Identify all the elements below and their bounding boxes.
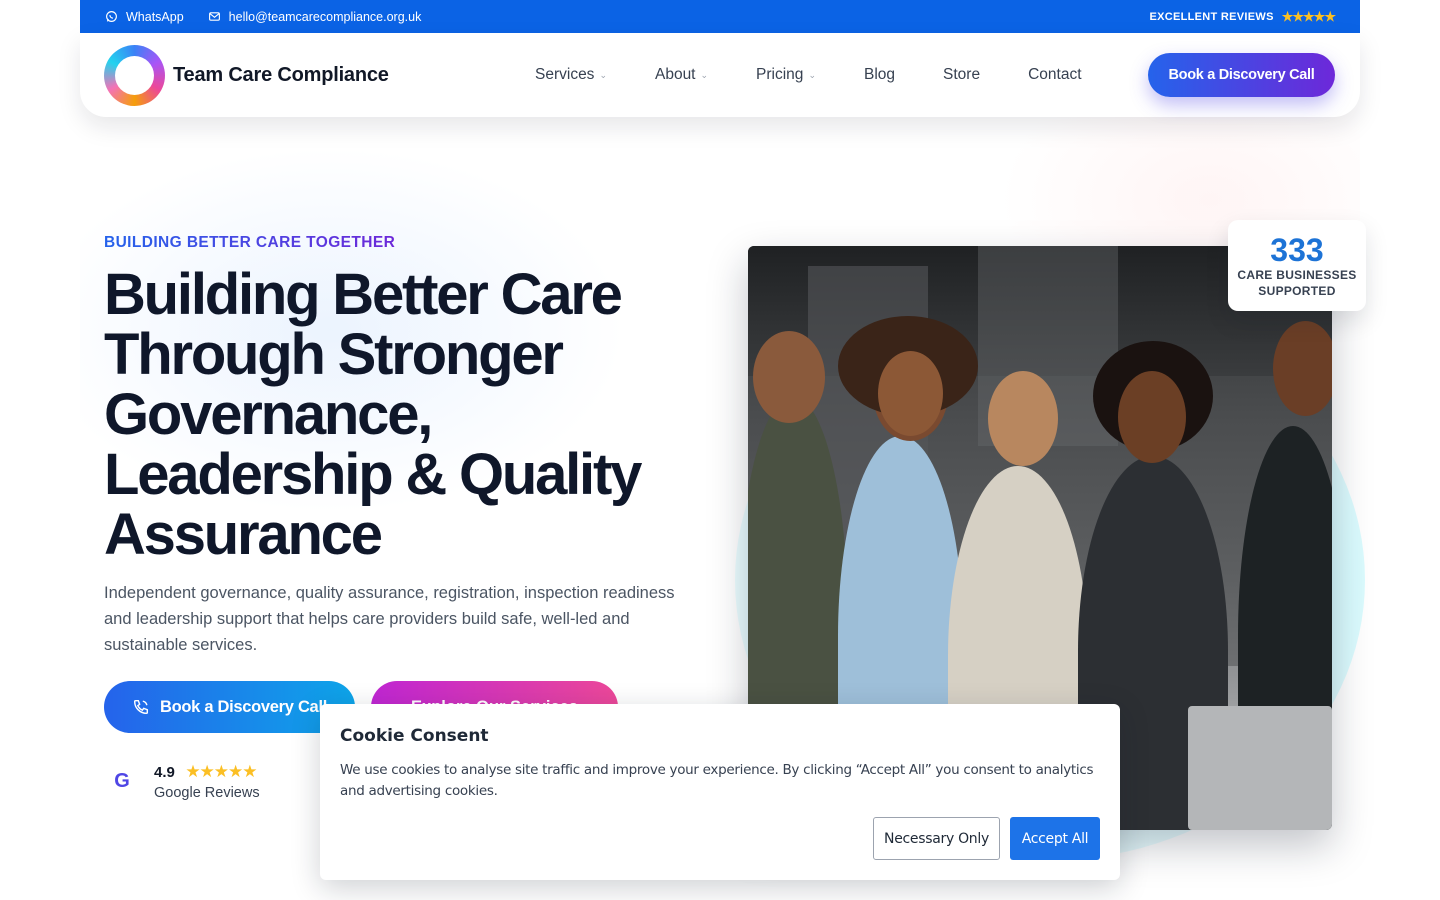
mail-icon — [208, 12, 220, 21]
site-header: Team Care Compliance Services ⌄ About ⌄ … — [80, 33, 1360, 117]
email-link[interactable]: hello@teamcarecompliance.org.uk — [208, 9, 422, 24]
whatsapp-label: WhatsApp — [126, 9, 184, 24]
button-label: Book a Discovery Call — [159, 697, 328, 716]
businesses-supported-card: 333 CARE BUSINESSES SUPPORTED — [1228, 220, 1366, 311]
rating-details: 4.9 ★★★★★ Google Reviews — [154, 762, 260, 801]
top-info-bar: WhatsApp hello@teamcarecompliance.org.uk… — [80, 0, 1360, 33]
cookie-title: Cookie Consent — [340, 726, 489, 746]
phone-icon — [133, 699, 149, 715]
stat-label-line1: CARE BUSINESSES — [1237, 267, 1357, 282]
stat-number: 333 — [1270, 231, 1324, 268]
cookie-consent-dialog: Cookie Consent We use cookies to analyse… — [320, 704, 1120, 880]
nav-contact[interactable]: Contact — [1028, 66, 1081, 84]
cookie-text: We use cookies to analyse site traffic a… — [340, 762, 1094, 799]
google-rating: G 4.9 ★★★★★ Google Reviews — [108, 762, 260, 801]
reviews-badge: EXCELLENT REVIEWS ★★★★★ — [1149, 8, 1336, 25]
chevron-down-icon: ⌄ — [808, 69, 816, 80]
contact-links: WhatsApp hello@teamcarecompliance.org.uk — [105, 10, 421, 24]
rating-score: 4.9 — [154, 764, 175, 781]
nav-pricing[interactable]: Pricing ⌄ — [756, 66, 816, 84]
nav-label: Services — [535, 66, 595, 83]
hero-subtitle: Independent governance, quality assuranc… — [104, 584, 675, 654]
reviews-label: EXCELLENT REVIEWS — [1149, 10, 1274, 23]
chevron-down-icon: ⌄ — [599, 69, 607, 80]
brand-name[interactable]: Team Care Compliance — [173, 64, 389, 87]
nav-services[interactable]: Services ⌄ — [535, 66, 607, 84]
logo-ring-icon[interactable] — [104, 44, 165, 106]
stat-label-line2: SUPPORTED — [1258, 283, 1336, 298]
chevron-down-icon: ⌄ — [700, 69, 709, 80]
nav-store[interactable]: Store — [943, 66, 980, 84]
nav-label: Pricing — [756, 66, 804, 83]
book-discovery-call-button-header[interactable]: Book a Discovery Call — [1148, 53, 1335, 97]
nav-label: About — [654, 66, 696, 83]
whatsapp-link[interactable]: WhatsApp — [105, 10, 184, 24]
google-icon: G — [114, 770, 130, 792]
book-discovery-call-button[interactable]: Book a Discovery Call — [104, 681, 355, 733]
main-nav: Services ⌄ About ⌄ Pricing ⌄ Blog Store … — [535, 33, 1130, 117]
nav-label: Contact — [1028, 66, 1082, 83]
nav-about[interactable]: About ⌄ — [655, 66, 708, 84]
rating-stars-icon: ★★★★★ — [185, 762, 257, 781]
nav-label: Store — [943, 66, 981, 83]
hero-eyebrow: BUILDING BETTER CARE TOGETHER — [104, 234, 396, 251]
accept-all-button[interactable]: Accept All — [1010, 817, 1100, 860]
necessary-only-button[interactable]: Necessary Only — [873, 817, 1000, 860]
rating-label: Google Reviews — [154, 785, 260, 801]
nav-blog[interactable]: Blog — [864, 66, 895, 84]
whatsapp-icon — [106, 11, 117, 22]
cookie-actions: Necessary Only Accept All — [873, 817, 1100, 860]
reviews-stars-icon: ★★★★★ — [1281, 8, 1336, 24]
email-address: hello@teamcarecompliance.org.uk — [228, 9, 422, 24]
nav-label: Blog — [863, 66, 896, 83]
hero-title: Building Better Care Through Stronger Go… — [104, 262, 642, 567]
